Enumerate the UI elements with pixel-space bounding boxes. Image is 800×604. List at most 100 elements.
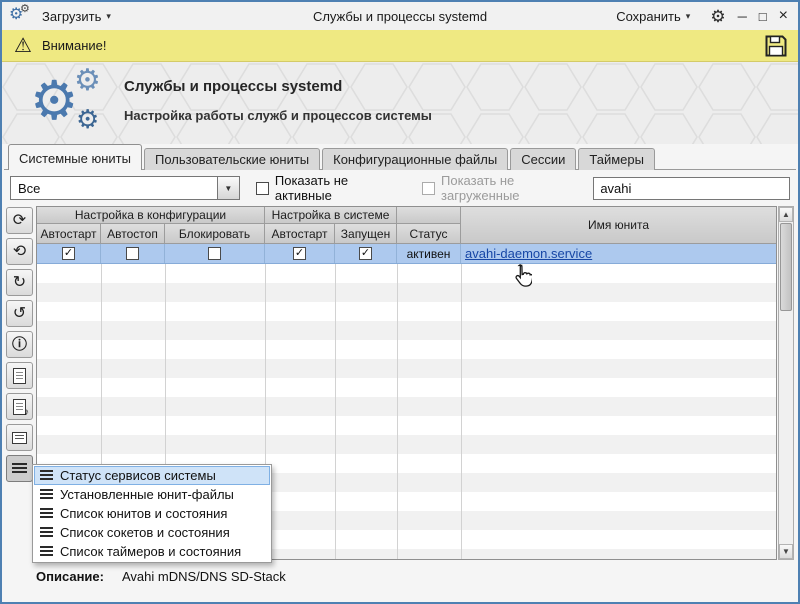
menu-item-timers-and-states[interactable]: Список таймеров и состояния bbox=[34, 542, 270, 561]
undo-icon: ↺ bbox=[13, 306, 26, 322]
show-inactive-checkbox[interactable]: Показать не активные bbox=[256, 173, 406, 203]
tab-sessions[interactable]: Сессии bbox=[510, 148, 576, 170]
chevron-down-icon: ▾ bbox=[686, 11, 691, 22]
column-header-unit-name: Имя юнита bbox=[461, 207, 776, 244]
menu-item-sockets-and-states[interactable]: Список сокетов и состояния bbox=[34, 523, 270, 542]
reload-units-button[interactable]: ⟲ bbox=[6, 238, 33, 265]
running-checkbox[interactable]: ✓ bbox=[359, 247, 372, 260]
list-box-icon bbox=[12, 432, 27, 444]
context-menu: Статус сервисов системы Установленные юн… bbox=[32, 464, 272, 563]
chevron-down-icon: ▾ bbox=[106, 11, 111, 22]
scroll-thumb[interactable] bbox=[780, 223, 792, 311]
cell-block bbox=[165, 244, 265, 263]
chevron-down-icon: ▼ bbox=[224, 184, 232, 193]
vertical-scrollbar[interactable]: ▲ ▼ bbox=[778, 206, 794, 560]
cell-autostop bbox=[101, 244, 165, 263]
save-floppy-icon[interactable] bbox=[764, 34, 788, 58]
column-header-autostop: Автостоп bbox=[101, 224, 165, 244]
group-header-config: Настройка в конфигурации bbox=[37, 207, 265, 224]
show-unloaded-checkbox[interactable]: Показать не загруженные bbox=[422, 173, 593, 203]
menu-item-label: Список юнитов и состояния bbox=[60, 506, 227, 521]
tab-user-units[interactable]: Пользовательские юниты bbox=[144, 148, 320, 170]
autostart-config-checkbox[interactable]: ✓ bbox=[62, 247, 75, 260]
gear-icon: ⚙ bbox=[30, 74, 78, 128]
info-button[interactable]: ⓘ bbox=[6, 331, 33, 358]
status-list-button[interactable] bbox=[6, 455, 33, 482]
history-icon: ⟲ bbox=[13, 244, 26, 260]
checkbox-icon[interactable] bbox=[422, 182, 435, 195]
combobox-value: Все bbox=[11, 181, 40, 196]
journal-button[interactable] bbox=[6, 393, 33, 420]
list-box-button[interactable] bbox=[6, 424, 33, 451]
save-button-label: Сохранить bbox=[616, 9, 681, 24]
menu-item-units-and-states[interactable]: Список юнитов и состояния bbox=[34, 504, 270, 523]
list-icon bbox=[40, 546, 53, 557]
save-button[interactable]: Сохранить ▾ bbox=[608, 6, 698, 27]
description-label: Описание: bbox=[36, 569, 104, 584]
menu-item-label: Статус сервисов системы bbox=[60, 468, 216, 483]
load-button[interactable]: Загрузить ▾ bbox=[34, 6, 119, 27]
window-title: Службы и процессы systemd bbox=[313, 9, 487, 24]
list-icon bbox=[12, 463, 27, 475]
list-icon bbox=[40, 508, 53, 519]
column-header-status: Статус bbox=[397, 224, 461, 244]
load-button-label: Загрузить bbox=[42, 9, 101, 24]
restart-button[interactable]: ↻ bbox=[6, 269, 33, 296]
hexagon-pattern bbox=[2, 62, 798, 144]
titlebar: ⚙ ⚙ Загрузить ▾ Службы и процессы system… bbox=[2, 2, 798, 30]
list-icon bbox=[40, 489, 53, 500]
list-icon bbox=[40, 470, 53, 481]
warning-icon: ⚠ bbox=[14, 36, 32, 56]
scroll-down-button[interactable]: ▼ bbox=[779, 544, 793, 559]
unit-file-button[interactable] bbox=[6, 362, 33, 389]
column-header-running: Запущен bbox=[335, 224, 397, 244]
settings-gear-icon[interactable]: ⚙ bbox=[710, 8, 725, 25]
show-inactive-label: Показать не активные bbox=[275, 173, 406, 203]
menu-item-installed-unit-files[interactable]: Установленные юнит-файлы bbox=[34, 485, 270, 504]
checkbox-icon[interactable] bbox=[256, 182, 269, 195]
scroll-up-button[interactable]: ▲ bbox=[779, 207, 793, 222]
block-checkbox[interactable] bbox=[208, 247, 221, 260]
gear-icon: ⚙ bbox=[74, 66, 101, 96]
refresh-button[interactable]: ⟳ bbox=[6, 207, 33, 234]
list-icon bbox=[40, 527, 53, 538]
refresh-icon: ⟳ bbox=[13, 213, 26, 229]
column-header-block: Блокировать bbox=[165, 224, 265, 244]
warning-text: Внимание! bbox=[42, 38, 107, 53]
app-gears-icon: ⚙ ⚙ bbox=[8, 4, 34, 28]
warning-bar: ⚠ Внимание! bbox=[2, 30, 798, 62]
autostop-checkbox[interactable] bbox=[126, 247, 139, 260]
autostart-system-checkbox[interactable]: ✓ bbox=[293, 247, 306, 260]
unit-name-cell: avahi-daemon.service bbox=[461, 244, 776, 263]
menu-item-service-status[interactable]: Статус сервисов системы bbox=[34, 466, 270, 485]
menu-item-label: Установленные юнит-файлы bbox=[60, 487, 234, 502]
description-value: Avahi mDNS/DNS SD-Stack bbox=[122, 569, 286, 584]
tab-timers[interactable]: Таймеры bbox=[578, 148, 655, 170]
tab-config-files[interactable]: Конфигурационные файлы bbox=[322, 148, 508, 170]
filter-combobox[interactable]: Все ▼ bbox=[10, 176, 240, 200]
grid-line bbox=[461, 264, 462, 559]
close-button[interactable]: × bbox=[779, 8, 788, 24]
unit-name-link[interactable]: avahi-daemon.service bbox=[465, 246, 592, 261]
column-header-autostart-system: Автостарт bbox=[265, 224, 335, 244]
unit-row[interactable]: ✓ ✓ ✓ активен avahi-daemon.service bbox=[37, 244, 776, 264]
cell-autostart-system: ✓ bbox=[265, 244, 335, 263]
banner-title: Службы и процессы systemd bbox=[124, 78, 342, 95]
toolbar: ⟳ ⟲ ↻ ↺ ⓘ bbox=[6, 206, 34, 560]
maximize-button[interactable]: □ bbox=[759, 10, 767, 23]
search-input[interactable] bbox=[593, 177, 790, 200]
gear-icon: ⚙ bbox=[20, 4, 30, 15]
tab-system-units[interactable]: Системные юниты bbox=[8, 144, 142, 170]
combobox-arrow-button[interactable]: ▼ bbox=[217, 177, 239, 199]
status-cell: активен bbox=[397, 244, 461, 263]
document-note-icon bbox=[13, 399, 26, 415]
revert-button[interactable]: ↺ bbox=[6, 300, 33, 327]
show-unloaded-label: Показать не загруженные bbox=[441, 173, 593, 203]
minimize-button[interactable]: ─ bbox=[738, 10, 747, 23]
document-icon bbox=[13, 368, 26, 384]
menu-item-label: Список сокетов и состояния bbox=[60, 525, 230, 540]
grid-line bbox=[335, 264, 336, 559]
filter-bar: Все ▼ Показать не активные Показать не з… bbox=[10, 174, 790, 202]
cell-autostart-config: ✓ bbox=[37, 244, 101, 263]
table-header: Настройка в конфигурации Настройка в сис… bbox=[37, 207, 776, 244]
